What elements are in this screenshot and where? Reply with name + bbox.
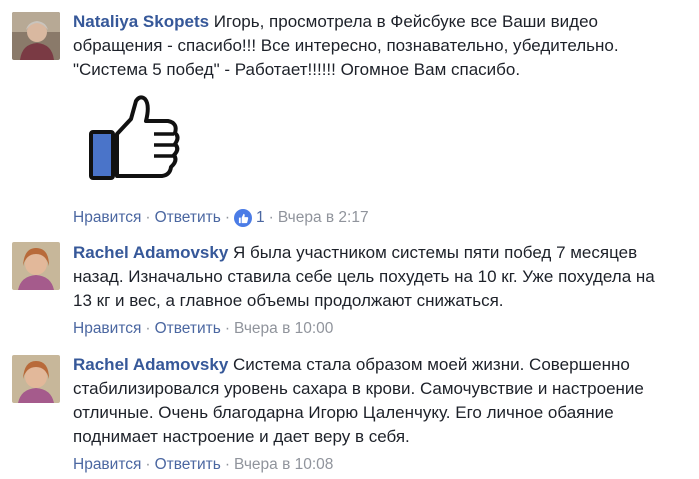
reaction-count-value: 1 — [256, 209, 265, 226]
comment-text: Rachel Adamovsky Я была участником систе… — [73, 241, 691, 313]
reply-link[interactable]: Ответить — [155, 209, 221, 227]
timestamp[interactable]: Вчера в 10:08 — [234, 456, 333, 474]
timestamp[interactable]: Вчера в 2:17 — [278, 209, 369, 227]
separator: · — [224, 209, 231, 226]
separator: · — [268, 209, 274, 226]
thumbs-up-sticker — [88, 95, 182, 181]
separator: · — [145, 320, 151, 337]
separator: · — [224, 456, 231, 473]
avatar[interactable] — [12, 355, 60, 403]
avatar[interactable] — [12, 12, 60, 60]
reply-link[interactable]: Ответить — [155, 320, 221, 338]
like-link[interactable]: Нравится — [73, 456, 141, 474]
avatar[interactable] — [12, 242, 60, 290]
like-link[interactable]: Нравится — [73, 209, 141, 227]
reply-link[interactable]: Ответить — [155, 456, 221, 474]
comment-actions: Нравится · Ответить · 1 · Вчера в 2:17 — [73, 209, 369, 227]
comment-actions: Нравится · Ответить · Вчера в 10:00 — [73, 320, 333, 338]
separator: · — [145, 209, 151, 226]
reaction-count[interactable]: 1 — [234, 209, 265, 227]
author-name[interactable]: Rachel Adamovsky — [73, 355, 228, 374]
author-name[interactable]: Nataliya Skopets — [73, 12, 209, 31]
author-name[interactable]: Rachel Adamovsky — [73, 243, 228, 262]
timestamp[interactable]: Вчера в 10:00 — [234, 320, 333, 338]
comment-text: Nataliya Skopets Игорь, просмотрела в Фе… — [73, 10, 691, 82]
comment-text: Rachel Adamovsky Система стала образом м… — [73, 353, 691, 449]
separator: · — [145, 456, 151, 473]
like-link[interactable]: Нравится — [73, 320, 141, 338]
comment-actions: Нравится · Ответить · Вчера в 10:08 — [73, 456, 333, 474]
like-reaction-icon — [234, 209, 253, 227]
separator: · — [224, 320, 231, 337]
